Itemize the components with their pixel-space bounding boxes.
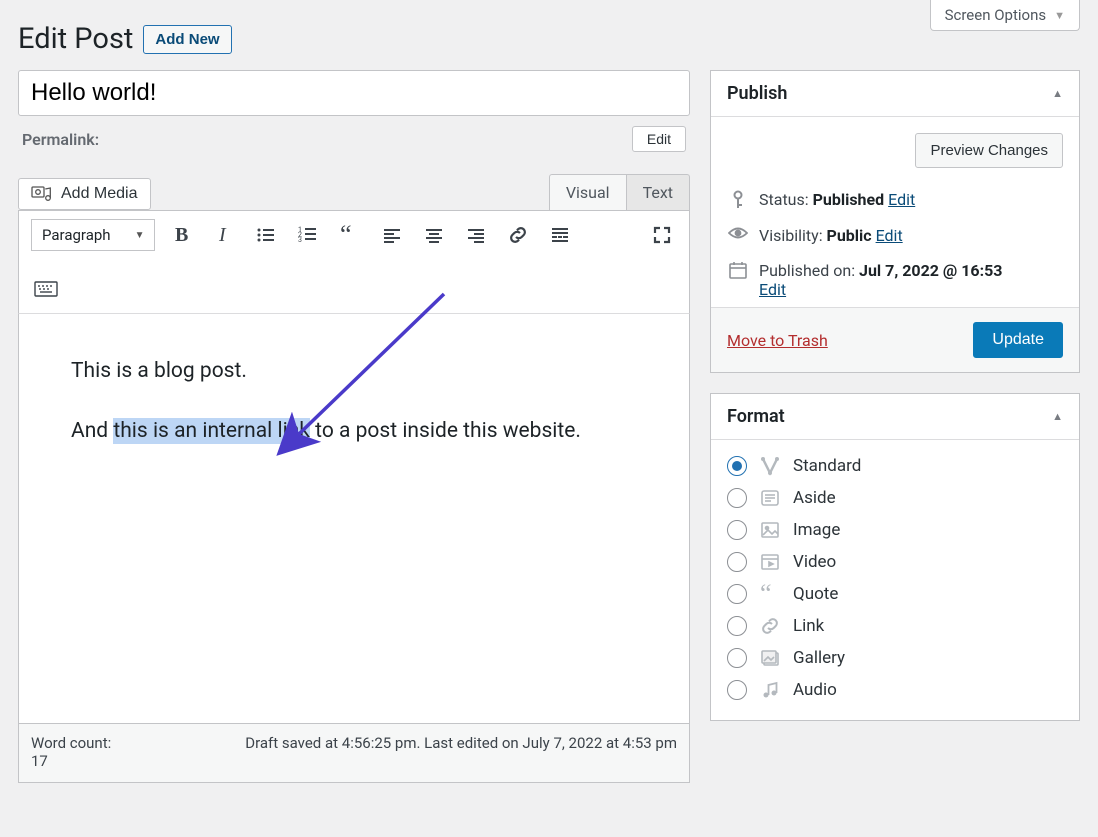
visibility-label: Visibility: bbox=[759, 226, 827, 245]
format-option-standard[interactable]: Standard bbox=[727, 450, 1063, 482]
radio-button[interactable] bbox=[727, 648, 747, 668]
visibility-edit-link[interactable]: Edit bbox=[876, 226, 903, 245]
fullscreen-button[interactable] bbox=[647, 220, 677, 250]
published-on-value: Jul 7, 2022 @ 16:53 bbox=[859, 261, 1002, 280]
format-option-quote[interactable]: “ Quote bbox=[727, 578, 1063, 610]
camera-music-icon bbox=[31, 185, 53, 203]
publish-panel-header[interactable]: Publish ▲ bbox=[711, 71, 1079, 117]
page-title: Edit Post bbox=[18, 22, 133, 56]
format-panel: Format ▲ Standard Aside Image Video “ Quote Li… bbox=[710, 393, 1080, 721]
numbered-list-button[interactable]: 123 bbox=[293, 220, 323, 250]
content-paragraph: This is a blog post. bbox=[71, 356, 637, 388]
chevron-down-icon: ▼ bbox=[1054, 9, 1065, 22]
publish-panel: Publish ▲ Preview Changes Status: Publis… bbox=[710, 70, 1080, 373]
format-option-aside[interactable]: Aside bbox=[727, 482, 1063, 514]
word-count-value: 17 bbox=[31, 752, 111, 770]
format-option-image[interactable]: Image bbox=[727, 514, 1063, 546]
radio-button[interactable] bbox=[727, 584, 747, 604]
permalink-label: Permalink: bbox=[22, 130, 99, 149]
calendar-icon bbox=[727, 261, 749, 279]
radio-button[interactable] bbox=[727, 552, 747, 572]
editor-toolbar: Paragraph ▼ B I 123 “ bbox=[18, 210, 690, 314]
radio-button[interactable] bbox=[727, 456, 747, 476]
published-on-label: Published on: bbox=[759, 261, 859, 280]
aside-format-icon bbox=[759, 488, 781, 508]
insert-link-button[interactable] bbox=[503, 220, 533, 250]
video-format-icon bbox=[759, 552, 781, 572]
gallery-format-icon bbox=[759, 648, 781, 668]
add-new-button[interactable]: Add New bbox=[143, 25, 231, 54]
insert-more-button[interactable] bbox=[545, 220, 575, 250]
bulleted-list-button[interactable] bbox=[251, 220, 281, 250]
radio-button[interactable] bbox=[727, 520, 747, 540]
published-edit-link[interactable]: Edit bbox=[759, 280, 786, 299]
chevron-up-icon: ▲ bbox=[1052, 410, 1063, 423]
format-option-label: Aside bbox=[793, 488, 836, 508]
status-edit-link[interactable]: Edit bbox=[888, 190, 915, 209]
chevron-up-icon: ▲ bbox=[1052, 87, 1063, 100]
update-button[interactable]: Update bbox=[973, 322, 1063, 358]
svg-text:3: 3 bbox=[298, 236, 302, 244]
format-option-label: Standard bbox=[793, 456, 861, 476]
format-option-link[interactable]: Link bbox=[727, 610, 1063, 642]
format-panel-header[interactable]: Format ▲ bbox=[711, 394, 1079, 440]
align-right-button[interactable] bbox=[461, 220, 491, 250]
align-left-button[interactable] bbox=[377, 220, 407, 250]
visibility-value: Public bbox=[827, 226, 872, 245]
post-title-input[interactable] bbox=[18, 70, 690, 116]
format-panel-title: Format bbox=[727, 406, 785, 427]
svg-text:“: “ bbox=[340, 225, 352, 245]
add-media-button[interactable]: Add Media bbox=[18, 178, 151, 210]
svg-text:“: “ bbox=[760, 584, 772, 604]
format-option-video[interactable]: Video bbox=[727, 546, 1063, 578]
preview-changes-button[interactable]: Preview Changes bbox=[915, 133, 1063, 168]
format-dropdown[interactable]: Paragraph ▼ bbox=[31, 219, 155, 251]
editor-content[interactable]: This is a blog post. And this is an inte… bbox=[18, 314, 690, 724]
bold-button[interactable]: B bbox=[167, 220, 197, 250]
format-option-label: Quote bbox=[793, 584, 838, 604]
svg-text:I: I bbox=[218, 225, 227, 245]
content-paragraph: And this is an internal link to a post i… bbox=[71, 416, 637, 448]
format-option-label: Video bbox=[793, 552, 836, 572]
blockquote-button[interactable]: “ bbox=[335, 220, 365, 250]
quote-format-icon: “ bbox=[759, 584, 781, 604]
status-label: Status: bbox=[759, 190, 813, 209]
save-status-text: Draft saved at 4:56:25 pm. Last edited o… bbox=[245, 734, 677, 770]
format-option-label: Link bbox=[793, 616, 824, 636]
move-to-trash-link[interactable]: Move to Trash bbox=[727, 331, 828, 350]
chevron-down-icon: ▼ bbox=[135, 230, 145, 241]
format-option-label: Audio bbox=[793, 680, 837, 700]
format-option-label: Image bbox=[793, 520, 840, 540]
format-option-label: Gallery bbox=[793, 648, 845, 668]
audio-format-icon bbox=[759, 680, 781, 700]
screen-options-label: Screen Options bbox=[945, 6, 1047, 24]
eye-icon bbox=[727, 226, 749, 240]
radio-button[interactable] bbox=[727, 680, 747, 700]
link-format-icon bbox=[759, 616, 781, 636]
word-count-label: Word count: bbox=[31, 734, 111, 752]
editor-status-bar: Word count: 17 Draft saved at 4:56:25 pm… bbox=[18, 724, 690, 783]
tab-visual[interactable]: Visual bbox=[549, 174, 627, 210]
keyboard-toggle-button[interactable] bbox=[31, 275, 61, 305]
image-format-icon bbox=[759, 520, 781, 540]
status-value: Published bbox=[813, 190, 885, 209]
permalink-edit-button[interactable]: Edit bbox=[632, 126, 686, 152]
format-option-audio[interactable]: Audio bbox=[727, 674, 1063, 706]
format-dropdown-label: Paragraph bbox=[42, 226, 111, 244]
tab-text[interactable]: Text bbox=[627, 174, 690, 210]
svg-text:B: B bbox=[175, 225, 188, 245]
format-option-gallery[interactable]: Gallery bbox=[727, 642, 1063, 674]
align-center-button[interactable] bbox=[419, 220, 449, 250]
radio-button[interactable] bbox=[727, 488, 747, 508]
screen-options-toggle[interactable]: Screen Options ▼ bbox=[930, 0, 1080, 31]
publish-panel-title: Publish bbox=[727, 83, 787, 104]
standard-format-icon bbox=[759, 456, 781, 476]
radio-button[interactable] bbox=[727, 616, 747, 636]
selected-text: this is an internal link bbox=[113, 418, 310, 444]
italic-button[interactable]: I bbox=[209, 220, 239, 250]
key-icon bbox=[727, 190, 749, 210]
add-media-label: Add Media bbox=[61, 185, 138, 203]
